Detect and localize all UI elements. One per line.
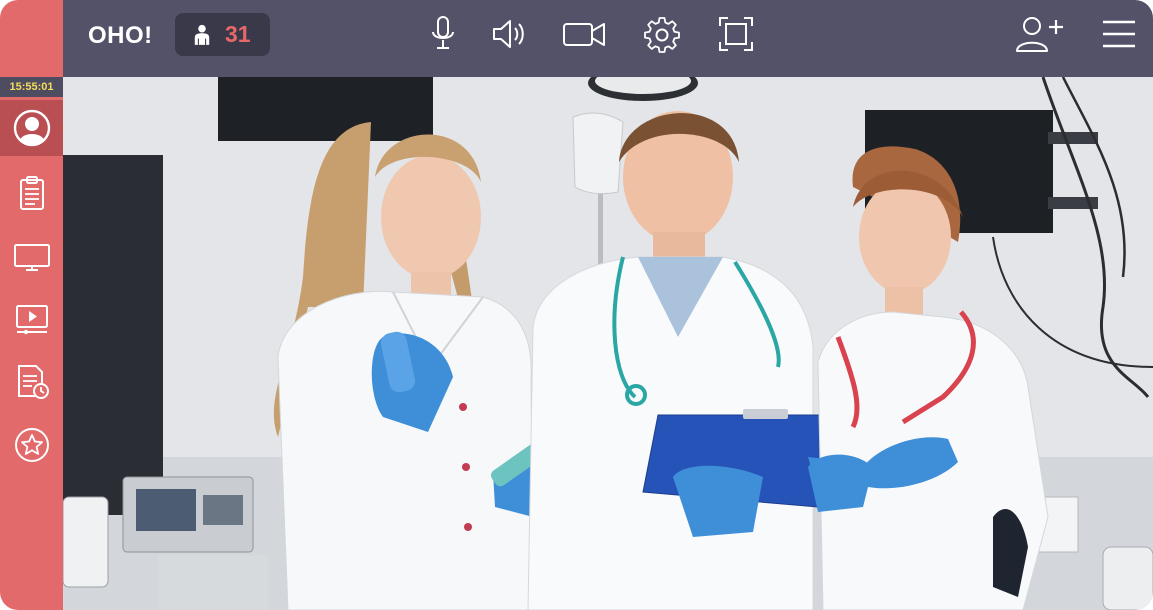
speaker-icon xyxy=(493,20,524,48)
video-feed[interactable] xyxy=(63,77,1153,610)
app-logo: OHO! xyxy=(88,22,153,49)
video-scene xyxy=(63,77,1153,610)
sidebar-item-screen[interactable] xyxy=(0,228,63,284)
settings-button[interactable] xyxy=(640,14,684,54)
fullscreen-button[interactable] xyxy=(714,14,758,54)
participant-count: 31 xyxy=(225,21,251,47)
settings-icon xyxy=(644,17,680,53)
sidebar-item-video-player[interactable] xyxy=(0,291,63,347)
add-user-icon xyxy=(1016,17,1063,52)
document-clock-icon xyxy=(17,365,49,399)
menu-icon xyxy=(1103,20,1135,48)
participant-counter[interactable]: 31 xyxy=(175,13,270,56)
clipboard-icon xyxy=(19,176,44,210)
user-avatar-icon xyxy=(13,109,50,147)
camera-icon xyxy=(563,23,605,46)
monitor-icon xyxy=(13,244,50,271)
camera-button[interactable] xyxy=(562,14,606,54)
sidebar-item-schedule-document[interactable] xyxy=(0,354,63,410)
microphone-button[interactable] xyxy=(421,14,465,54)
top-toolbar: OHO! 31 xyxy=(63,0,1153,77)
star-icon xyxy=(14,428,49,462)
session-clock: 15:55:01 xyxy=(0,77,63,97)
sidebar-item-profile[interactable] xyxy=(0,100,63,156)
app-window: 15:55:01 OHO! 31 xyxy=(0,0,1153,610)
person-icon xyxy=(194,24,210,45)
microphone-icon xyxy=(432,16,454,49)
video-player-icon xyxy=(15,305,48,335)
add-user-button[interactable] xyxy=(1014,14,1066,54)
speaker-button[interactable] xyxy=(487,14,531,54)
fullscreen-icon xyxy=(719,17,753,51)
sidebar: 15:55:01 xyxy=(0,0,63,610)
menu-button[interactable] xyxy=(1097,14,1141,54)
sidebar-item-clipboard[interactable] xyxy=(0,165,63,221)
sidebar-item-favorites[interactable] xyxy=(0,417,63,473)
